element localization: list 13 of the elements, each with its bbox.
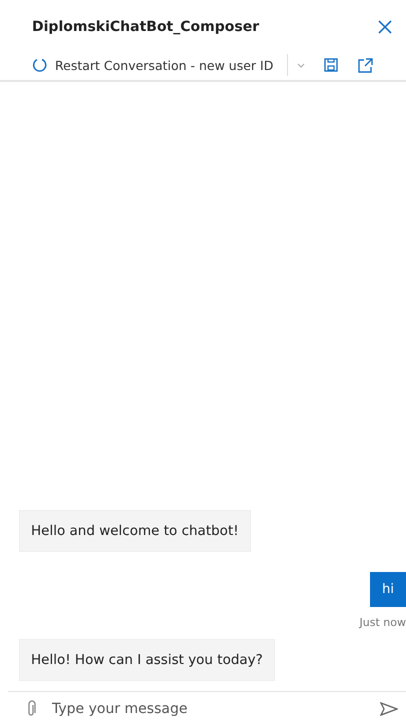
message-time: Just now — [360, 616, 406, 629]
message-input[interactable]: Type your message — [50, 700, 366, 718]
attach-icon[interactable] — [26, 700, 36, 718]
open-external-icon[interactable] — [358, 58, 374, 72]
bot-message: Hello! How can I assist you today? — [19, 639, 275, 681]
user-message: hi — [370, 572, 406, 607]
save-icon[interactable] — [324, 58, 338, 72]
close-button[interactable] — [376, 18, 394, 36]
bot-message: Hello and welcome to chatbot! — [19, 510, 251, 552]
restart-button[interactable]: Restart Conversation - new user ID — [32, 57, 274, 73]
send-icon[interactable] — [380, 702, 398, 716]
refresh-icon — [32, 57, 48, 73]
window-title: DiplomskiChatBot_Composer — [32, 19, 260, 35]
